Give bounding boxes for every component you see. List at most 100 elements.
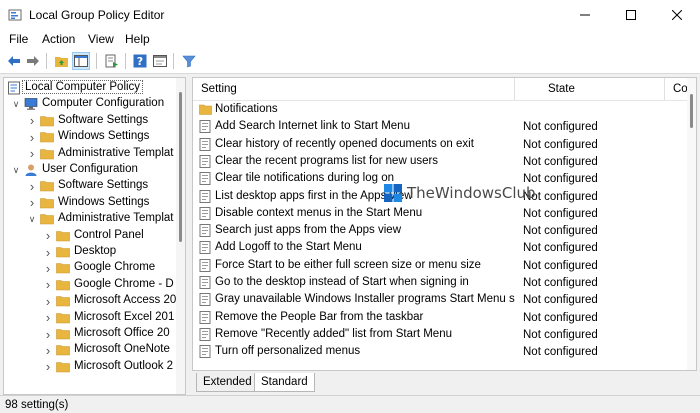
chevron-down-icon[interactable]: ∨ [10, 163, 22, 177]
folder-icon [40, 214, 54, 225]
tree-item[interactable]: › Administrative Templat [4, 146, 174, 162]
settings-list-pane[interactable]: Setting State Co Notifications Add Searc… [192, 77, 697, 371]
chevron-right-icon[interactable]: › [42, 294, 54, 309]
maximize-button[interactable] [608, 0, 654, 30]
table-row[interactable]: Remove "Recently added" list from Start … [193, 326, 688, 343]
tree-root[interactable]: Local Computer Policy [4, 80, 174, 96]
folder-icon [40, 132, 54, 143]
column-header-setting[interactable]: Setting [193, 78, 515, 100]
chevron-right-icon[interactable]: › [42, 343, 54, 358]
export-list-icon [105, 54, 118, 68]
menu-file[interactable]: File [9, 32, 28, 46]
list-scrollbar-thumb[interactable] [690, 94, 693, 128]
table-row[interactable]: Add Search Internet link to Start Menu No… [193, 118, 688, 135]
tree-item[interactable]: › Microsoft OneNote [4, 342, 174, 358]
tree-item[interactable]: › Google Chrome [4, 260, 174, 276]
setting-name: Go to the desktop instead of Start when … [215, 276, 469, 288]
folder-icon [56, 361, 70, 373]
folder-icon [56, 279, 70, 291]
show-hide-tree-button[interactable] [72, 52, 90, 70]
tree-scrollbar[interactable] [176, 78, 185, 394]
tree-item[interactable]: › Microsoft Outlook 2 [4, 359, 174, 375]
tree-item-label: Administrative Templat [58, 212, 174, 225]
filter-button[interactable] [180, 52, 198, 70]
back-button[interactable] [5, 52, 23, 70]
chevron-right-icon[interactable]: › [26, 195, 38, 210]
column-header-state[interactable]: State [515, 78, 665, 100]
up-one-level-button[interactable] [52, 52, 70, 70]
chevron-right-icon[interactable]: › [42, 261, 54, 276]
table-row[interactable]: Turn off personalized menus Not configure… [193, 343, 688, 360]
tree-item[interactable]: › Control Panel [4, 228, 174, 244]
table-row[interactable]: Gray unavailable Windows Installer progr… [193, 291, 688, 308]
tree-item[interactable]: › Microsoft Access 20 [4, 293, 176, 309]
forward-button[interactable] [24, 52, 42, 70]
setting-state: Not configured [523, 207, 598, 220]
chevron-right-icon[interactable]: › [42, 359, 54, 374]
tree-scrollbar-thumb[interactable] [179, 92, 182, 242]
setting-name: Add Logoff to the Start Menu [215, 241, 362, 254]
chevron-down-icon[interactable]: ∨ [26, 212, 38, 226]
tree-item[interactable]: › Microsoft Office 20 [4, 326, 174, 342]
table-row[interactable]: Disable context menus in the Start Menu N… [193, 205, 688, 222]
tree-item[interactable]: ∨ Computer Configuration [4, 96, 174, 112]
setting-state: Not configured [523, 121, 598, 134]
chevron-down-icon[interactable]: ∨ [10, 97, 22, 111]
tree-item[interactable]: › Google Chrome - D [4, 277, 174, 293]
tree-item[interactable]: ∨ Administrative Templat [4, 211, 174, 227]
chevron-right-icon[interactable]: › [26, 130, 38, 145]
table-row[interactable]: Force Start to be either full screen siz… [193, 257, 688, 274]
chevron-right-icon[interactable]: › [26, 179, 38, 194]
menu-action[interactable]: Action [42, 32, 75, 46]
show-hide-tree-icon [74, 55, 88, 67]
list-scrollbar[interactable] [687, 78, 696, 370]
tree-item[interactable]: › Desktop [4, 244, 174, 260]
table-row[interactable]: Clear history of recently opened documen… [193, 136, 688, 153]
folder-icon [40, 148, 54, 159]
properties-button[interactable] [151, 52, 169, 70]
tree-item-label: Control Panel [74, 228, 144, 241]
table-row[interactable]: Search just apps from the Apps view Not c… [193, 222, 688, 239]
menu-help[interactable]: Help [125, 32, 150, 46]
menu-view[interactable]: View [88, 32, 114, 46]
chevron-right-icon[interactable]: › [42, 277, 54, 292]
list-item-folder[interactable]: Notifications [193, 101, 688, 118]
close-button[interactable] [654, 0, 700, 30]
tree-item-label: Microsoft Outlook 2 [74, 359, 174, 372]
tree-item[interactable]: › Software Settings [4, 178, 174, 194]
chevron-right-icon[interactable]: › [26, 113, 38, 128]
properties-icon [153, 55, 167, 67]
tree-item[interactable]: ∨ User Configuration [4, 162, 174, 178]
tree-item[interactable]: › Software Settings [4, 113, 174, 129]
chevron-right-icon[interactable]: › [42, 310, 54, 325]
folder-icon [199, 104, 212, 115]
help-button[interactable]: ? [131, 52, 149, 70]
tree-pane[interactable]: Local Computer Policy ∨ Computer Configura… [3, 77, 186, 395]
chevron-right-icon[interactable]: › [42, 327, 54, 342]
table-row[interactable]: Clear the recent programs list for new u… [193, 153, 688, 170]
chevron-right-icon[interactable]: › [26, 146, 38, 161]
table-row[interactable]: Add Logoff to the Start Menu Not configur… [193, 239, 688, 256]
table-row[interactable]: Remove the People Bar from the taskbar No… [193, 309, 688, 326]
tree-item[interactable]: › Windows Settings [4, 195, 174, 211]
policy-setting-icon [199, 172, 211, 186]
toolbar-separator [96, 53, 97, 69]
policy-setting-icon [199, 154, 211, 168]
minimize-button[interactable] [562, 0, 608, 30]
tree-item[interactable]: › Microsoft Excel 201 [4, 310, 175, 326]
setting-name: Turn off personalized menus [215, 345, 361, 358]
window-title: Local Group Policy Editor [29, 8, 165, 22]
thewindowsclub-logo-icon [384, 184, 402, 202]
tab-extended[interactable]: Extended [196, 373, 259, 392]
tab-standard[interactable]: Standard [254, 373, 315, 392]
tree-item[interactable]: › Windows Settings [4, 129, 174, 145]
table-row[interactable]: Go to the desktop instead of Start when … [193, 274, 688, 291]
setting-name: Force Start to be either full screen siz… [215, 258, 481, 271]
forward-arrow-icon [27, 56, 39, 66]
chevron-right-icon[interactable]: › [42, 245, 54, 260]
folder-icon [56, 296, 70, 307]
setting-state: Not configured [523, 155, 598, 168]
export-list-button[interactable] [103, 52, 121, 70]
policy-setting-icon [199, 137, 211, 151]
chevron-right-icon[interactable]: › [42, 228, 54, 243]
